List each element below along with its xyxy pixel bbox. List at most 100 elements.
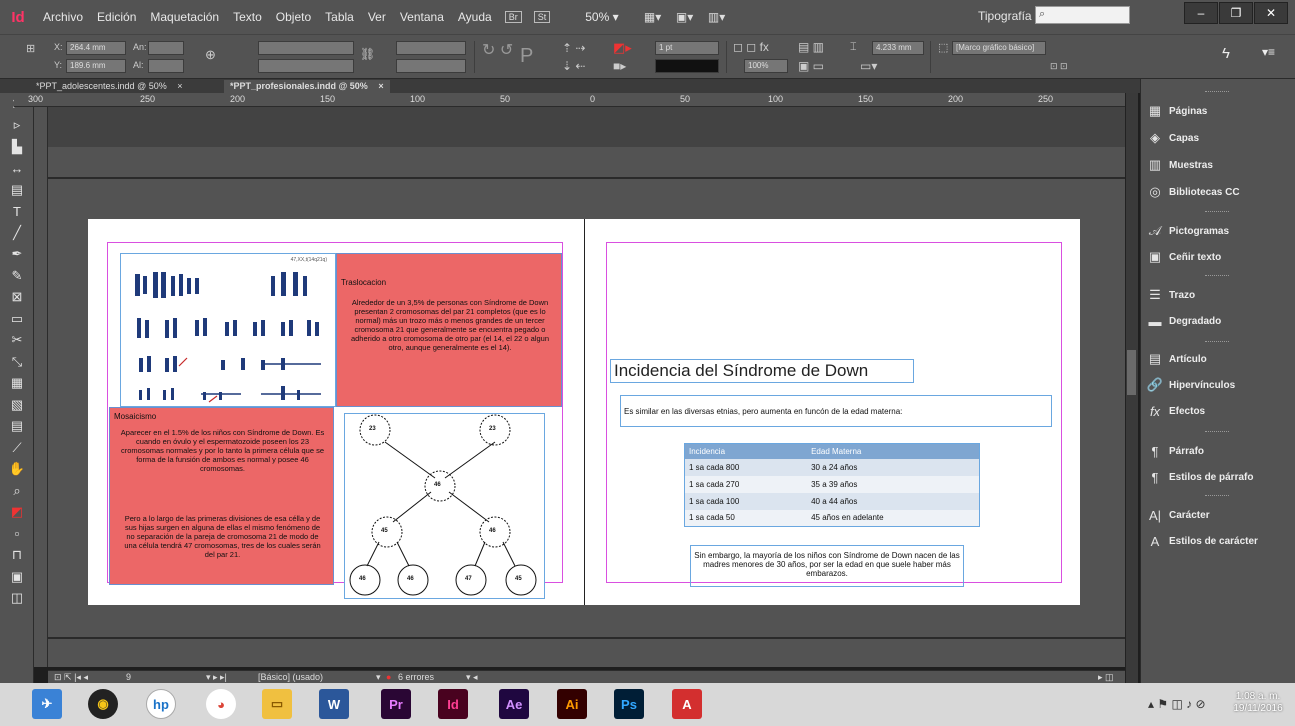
menu-ventana[interactable]: Ventana <box>393 10 451 24</box>
rotation-field[interactable] <box>396 41 466 55</box>
cell-division-diagram[interactable]: 23 23 46 45 46 46 46 47 45 <box>344 413 545 599</box>
preflight-menu-icon[interactable]: ▾ <box>376 672 381 683</box>
preflight-profile[interactable]: [Básico] (usado) <box>258 672 323 682</box>
pinned-app-icon[interactable]: ✈ <box>32 689 62 719</box>
panel-cenir-texto[interactable]: ▣ Ceñir texto <box>1141 245 1295 269</box>
close-button[interactable]: ✕ <box>1254 2 1288 24</box>
direct-selection-tool-icon[interactable]: ▹ <box>0 115 34 137</box>
view-mode-icon[interactable]: ▣ <box>0 566 34 588</box>
indesign-icon[interactable]: Id <box>438 689 468 719</box>
scale-icon[interactable]: ⊕ <box>205 47 216 63</box>
panel-group-grip[interactable] <box>1205 495 1229 497</box>
gradient-tool-icon[interactable]: ▦ <box>0 373 34 395</box>
close-tab-icon[interactable]: × <box>378 81 383 91</box>
panel-pictogramas[interactable]: 𝒜 Pictogramas <box>1141 219 1295 243</box>
scale-x-field[interactable] <box>258 41 354 55</box>
chromosome-image[interactable]: 47,XX,t(14q21q) <box>120 253 336 407</box>
note-tool-icon[interactable]: ▤ <box>0 416 34 438</box>
menu-ayuda[interactable]: Ayuda <box>451 10 499 24</box>
restore-button[interactable]: ❐ <box>1219 2 1253 24</box>
panel-group-grip[interactable] <box>1205 211 1229 213</box>
formatting-affects-icon[interactable]: ▫ <box>0 523 34 545</box>
pasteboard[interactable]: 47,XX,t(14q21q) Traslocacion Alrededor d… <box>48 107 1125 667</box>
mosaicismo-box[interactable]: Mosaicismo Aparecer en el 1.5% de los ni… <box>109 407 334 585</box>
photoshop-icon[interactable]: Ps <box>614 689 644 719</box>
y-field[interactable]: 189.6 mm <box>66 59 126 73</box>
tray-icons[interactable]: ▴ ⚑ ◫ ♪ ⊘ <box>1148 697 1206 711</box>
screen-mode-tool-icon[interactable]: ◫ <box>0 588 34 610</box>
stroke-weight-field[interactable]: 1 pt <box>655 41 719 55</box>
auto-fit-icon[interactable]: ⊡ ⊡ <box>1050 61 1068 72</box>
panel-degradado[interactable]: ▬ Degradado <box>1141 309 1295 333</box>
gradient-feather-tool-icon[interactable]: ▧ <box>0 394 34 416</box>
menu-tabla[interactable]: Tabla <box>318 10 361 24</box>
panel-group-grip[interactable] <box>1205 431 1229 433</box>
menu-texto[interactable]: Texto <box>226 10 269 24</box>
close-tab-icon[interactable]: × <box>177 81 182 91</box>
stroke-type-select[interactable] <box>655 59 719 73</box>
media-player-icon[interactable]: ◉ <box>88 689 118 719</box>
hand-tool-icon[interactable]: ✋ <box>0 459 34 481</box>
rotate-icon[interactable]: ↻ ↺ <box>482 40 513 60</box>
frame-options-icon[interactable]: ◻ ◻ fx <box>733 40 769 54</box>
screen-mode-icon[interactable]: ▣▾ <box>674 10 696 24</box>
fill-stroke-icon[interactable]: ◩ <box>0 502 34 524</box>
panel-trazo[interactable]: ☰ Trazo <box>1141 283 1295 307</box>
flip-icon[interactable]: P <box>520 45 533 68</box>
select-content-icon[interactable]: ⇣ ⇠ <box>562 59 585 73</box>
view-options-icon[interactable]: ▦▾ <box>642 10 664 24</box>
premiere-icon[interactable]: Pr <box>381 689 411 719</box>
panel-efectos[interactable]: fx Efectos <box>1141 399 1295 423</box>
height-field[interactable] <box>148 59 184 73</box>
width-field[interactable] <box>148 41 184 55</box>
apply-color-icon[interactable]: ⊓ <box>0 545 34 567</box>
page-nav-first-icon[interactable]: ⊡ ⇱ |◂ ◂ <box>54 672 88 683</box>
panel-caracter[interactable]: A| Carácter <box>1141 503 1295 527</box>
word-icon[interactable]: W <box>319 689 349 719</box>
scale-y-field[interactable] <box>258 59 354 73</box>
select-container-icon[interactable]: ⇡ ⇢ <box>562 41 585 55</box>
hp-icon[interactable]: hp <box>146 689 176 719</box>
panel-articulo[interactable]: ▤ Artículo <box>1141 347 1295 371</box>
traslocacion-box[interactable]: Traslocacion Alrededor de un 3,5% de per… <box>336 253 562 407</box>
rectangle-frame-tool-icon[interactable]: ⊠ <box>0 287 34 309</box>
panel-group-grip[interactable] <box>1205 341 1229 343</box>
menu-maquetacion[interactable]: Maquetación <box>143 10 226 24</box>
panel-muestras[interactable]: ▥ Muestras <box>1141 153 1295 177</box>
panel-menu-icon[interactable]: ▾≡ <box>1262 45 1275 59</box>
panel-capas[interactable]: ◈ Capas <box>1141 126 1295 150</box>
preflight-errors[interactable]: 6 errores <box>398 672 434 682</box>
panel-estilos-caracter[interactable]: A Estilos de carácter <box>1141 529 1295 553</box>
pen-tool-icon[interactable]: ✒ <box>0 244 34 266</box>
spacing-field[interactable]: 4.233 mm <box>872 41 924 55</box>
arrange-documents-icon[interactable]: ▥▾ <box>706 10 728 24</box>
clock[interactable]: 1:08 a. m. 19/11/2016 <box>1228 691 1288 715</box>
help-search-input[interactable]: ⌕ <box>1035 6 1130 24</box>
shear-field[interactable] <box>396 59 466 73</box>
page-number[interactable]: 9 <box>126 672 131 682</box>
stock-button[interactable]: St <box>533 11 551 23</box>
line-tool-icon[interactable]: ╱ <box>0 222 34 244</box>
tab-ppt-adolescentes[interactable]: *PPT_adolescentes.indd @ 50% × <box>30 80 189 93</box>
panel-hipervinculos[interactable]: 🔗 Hipervínculos <box>1141 373 1295 397</box>
rectangle-tool-icon[interactable]: ▭ <box>0 308 34 330</box>
bridge-button[interactable]: Br <box>504 11 522 23</box>
shadow-icon[interactable]: ▣ ▭ <box>798 59 824 73</box>
text-wrap-options-icon[interactable]: ▤ ▥ <box>798 40 824 54</box>
acrobat-icon[interactable]: A <box>672 689 702 719</box>
panel-parrafo[interactable]: ¶ Párrafo <box>1141 439 1295 463</box>
panel-bibliotecas-cc[interactable]: ◎ Bibliotecas CC <box>1141 180 1295 204</box>
panel-paginas[interactable]: ▦ Páginas <box>1141 99 1295 123</box>
constrain-proportions-icon[interactable]: ⛓ <box>360 47 375 61</box>
eyedropper-tool-icon[interactable]: ⟋ <box>0 437 34 459</box>
vertical-ruler[interactable] <box>34 107 48 667</box>
intro-text[interactable]: Es similar en las diversas etnias, pero … <box>620 395 1052 427</box>
reference-point-icon[interactable]: ⊞ <box>26 42 35 55</box>
fill-swatch-icon[interactable]: ◩▸ <box>613 40 632 56</box>
page-nav-next-icon[interactable]: ▾ ▸ ▸| <box>206 672 227 683</box>
panel-group-grip[interactable] <box>1205 91 1229 93</box>
file-explorer-icon[interactable]: ▭ <box>262 689 292 719</box>
menu-ver[interactable]: Ver <box>361 10 393 24</box>
note-text[interactable]: Sin embargo, la mayoría de los niños con… <box>690 545 964 587</box>
pencil-tool-icon[interactable]: ✎ <box>0 265 34 287</box>
